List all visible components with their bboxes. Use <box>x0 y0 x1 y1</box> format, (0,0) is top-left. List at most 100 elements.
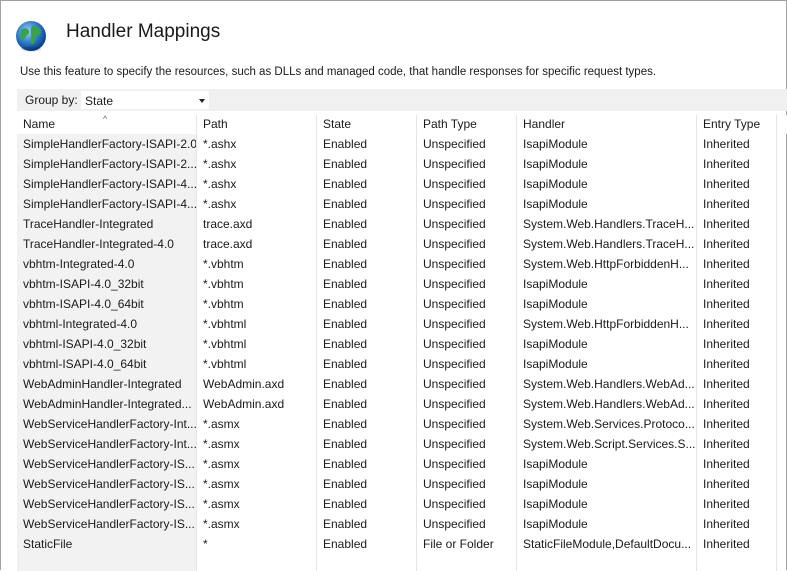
cell-path: *.ashx <box>197 174 317 194</box>
cell-state: Enabled <box>317 494 417 514</box>
column-header-entry-type[interactable]: Entry Type <box>697 115 777 134</box>
cell-entry-type: Inherited <box>697 434 777 454</box>
cell-handler: System.Web.Services.Protoco... <box>517 414 697 434</box>
cell-path: *.ashx <box>197 194 317 214</box>
cell-state: Enabled <box>317 294 417 314</box>
table-row[interactable]: WebServiceHandlerFactory-IS... *.asmx Enab… <box>17 454 787 474</box>
cell-path: *.ashx <box>197 154 317 174</box>
cell-state: Enabled <box>317 174 417 194</box>
cell-handler: System.Web.Script.Services.S... <box>517 434 697 454</box>
group-by-value: State <box>85 94 114 108</box>
cell-name: WebServiceHandlerFactory-IS... <box>17 494 197 514</box>
cell-handler: IsapiModule <box>517 194 697 214</box>
sort-ascending-icon: ^ <box>103 114 108 124</box>
cell-entry-type: Inherited <box>697 274 777 294</box>
cell-state: Enabled <box>317 314 417 334</box>
cell-handler: IsapiModule <box>517 274 697 294</box>
cell-path: *.vbhtml <box>197 314 317 334</box>
table-row[interactable]: SimpleHandlerFactory-ISAPI-4... *.ashx Ena… <box>17 174 787 194</box>
table-row[interactable]: vbhtm-Integrated-4.0 *.vbhtm Enabled Unspec… <box>17 254 787 274</box>
table-row[interactable]: WebServiceHandlerFactory-IS... *.asmx Enab… <box>17 514 787 534</box>
cell-state: Enabled <box>317 354 417 374</box>
table-row[interactable]: WebServiceHandlerFactory-IS... *.asmx Enab… <box>17 474 787 494</box>
cell-path-type: Unspecified <box>417 354 517 374</box>
cell-handler: IsapiModule <box>517 134 697 154</box>
table-row[interactable]: SimpleHandlerFactory-ISAPI-2... *.ashx Ena… <box>17 154 787 174</box>
cell-name: WebServiceHandlerFactory-Int... <box>17 434 197 454</box>
cell-handler: IsapiModule <box>517 174 697 194</box>
cell-entry-type: Inherited <box>697 354 777 374</box>
cell-state: Enabled <box>317 514 417 534</box>
table-row[interactable]: TraceHandler-Integrated trace.axd Enabled U… <box>17 214 787 234</box>
cell-path: *.asmx <box>197 474 317 494</box>
table-row[interactable]: vbhtml-ISAPI-4.0_32bit *.vbhtml Enabled Uns… <box>17 334 787 354</box>
cell-handler: IsapiModule <box>517 354 697 374</box>
handler-mappings-page: Handler Mappings Use this feature to spe… <box>0 0 787 571</box>
cell-state: Enabled <box>317 414 417 434</box>
cell-path: WebAdmin.axd <box>197 394 317 414</box>
cell-path: * <box>197 534 317 554</box>
cell-path-type: Unspecified <box>417 274 517 294</box>
cell-state: Enabled <box>317 234 417 254</box>
column-header-state[interactable]: State <box>317 115 417 134</box>
cell-path-type: Unspecified <box>417 374 517 394</box>
cell-entry-type: Inherited <box>697 314 777 334</box>
table-row[interactable]: vbhtml-ISAPI-4.0_64bit *.vbhtml Enabled Uns… <box>17 354 787 374</box>
cell-name: SimpleHandlerFactory-ISAPI-2... <box>17 154 197 174</box>
cell-path: *.asmx <box>197 454 317 474</box>
table-row[interactable]: StaticFile * Enabled File or Folder StaticFi… <box>17 534 787 554</box>
cell-path: *.vbhtm <box>197 294 317 314</box>
cell-path-type: Unspecified <box>417 514 517 534</box>
table-row[interactable]: SimpleHandlerFactory-ISAPI-2.0 *.ashx Enab… <box>17 134 787 154</box>
cell-path-type: File or Folder <box>417 534 517 554</box>
column-header-path-type[interactable]: Path Type <box>417 115 517 134</box>
cell-name: vbhtm-ISAPI-4.0_64bit <box>17 294 197 314</box>
cell-path: WebAdmin.axd <box>197 374 317 394</box>
column-header-handler[interactable]: Handler <box>517 115 697 134</box>
column-header-path[interactable]: Path <box>197 115 317 134</box>
cell-entry-type: Inherited <box>697 154 777 174</box>
cell-path-type: Unspecified <box>417 414 517 434</box>
table-row[interactable]: WebServiceHandlerFactory-Int... *.asmx Ena… <box>17 434 787 454</box>
cell-path: trace.axd <box>197 214 317 234</box>
cell-name: WebServiceHandlerFactory-IS... <box>17 454 197 474</box>
cell-path-type: Unspecified <box>417 234 517 254</box>
cell-state: Enabled <box>317 254 417 274</box>
cell-name: StaticFile <box>17 534 197 554</box>
table-header: Name ^ Path State Path Type Handler Entr… <box>17 114 787 134</box>
group-by-select[interactable]: State <box>80 90 210 110</box>
cell-path: *.vbhtm <box>197 254 317 274</box>
table-row[interactable]: vbhtm-ISAPI-4.0_32bit *.vbhtm Enabled Unspe… <box>17 274 787 294</box>
cell-name: vbhtml-ISAPI-4.0_64bit <box>17 354 197 374</box>
group-by-toolbar: Group by: State <box>17 89 787 111</box>
table-row[interactable]: TraceHandler-Integrated-4.0 trace.axd Enab… <box>17 234 787 254</box>
table-row[interactable]: WebAdminHandler-Integrated WebAdmin.axd En… <box>17 374 787 394</box>
table-row[interactable]: SimpleHandlerFactory-ISAPI-4... *.ashx Ena… <box>17 194 787 214</box>
cell-state: Enabled <box>317 214 417 234</box>
chevron-down-icon[interactable] <box>199 99 205 103</box>
cell-path: *.asmx <box>197 514 317 534</box>
cell-handler: IsapiModule <box>517 334 697 354</box>
table-row[interactable]: WebServiceHandlerFactory-IS... *.asmx Enab… <box>17 494 787 514</box>
cell-path-type: Unspecified <box>417 454 517 474</box>
cell-state: Enabled <box>317 474 417 494</box>
table-row[interactable]: vbhtml-Integrated-4.0 *.vbhtml Enabled Unsp… <box>17 314 787 334</box>
cell-state: Enabled <box>317 534 417 554</box>
cell-name: WebServiceHandlerFactory-IS... <box>17 474 197 494</box>
cell-entry-type: Inherited <box>697 414 777 434</box>
cell-path: *.asmx <box>197 414 317 434</box>
cell-handler: StaticFileModule,DefaultDocu... <box>517 534 697 554</box>
table-row[interactable]: WebServiceHandlerFactory-Int... *.asmx Ena… <box>17 414 787 434</box>
cell-handler: System.Web.HttpForbiddenH... <box>517 254 697 274</box>
table-row[interactable]: vbhtm-ISAPI-4.0_64bit *.vbhtm Enabled Unspe… <box>17 294 787 314</box>
cell-path: *.asmx <box>197 494 317 514</box>
cell-state: Enabled <box>317 154 417 174</box>
cell-name: WebServiceHandlerFactory-Int... <box>17 414 197 434</box>
cell-path-type: Unspecified <box>417 494 517 514</box>
cell-path-type: Unspecified <box>417 154 517 174</box>
cell-entry-type: Inherited <box>697 394 777 414</box>
cell-name: SimpleHandlerFactory-ISAPI-4... <box>17 174 197 194</box>
table-row[interactable]: WebAdminHandler-Integrated... WebAdmin.ax… <box>17 394 787 414</box>
cell-path: *.vbhtm <box>197 274 317 294</box>
column-header-name[interactable]: Name ^ <box>17 114 197 134</box>
